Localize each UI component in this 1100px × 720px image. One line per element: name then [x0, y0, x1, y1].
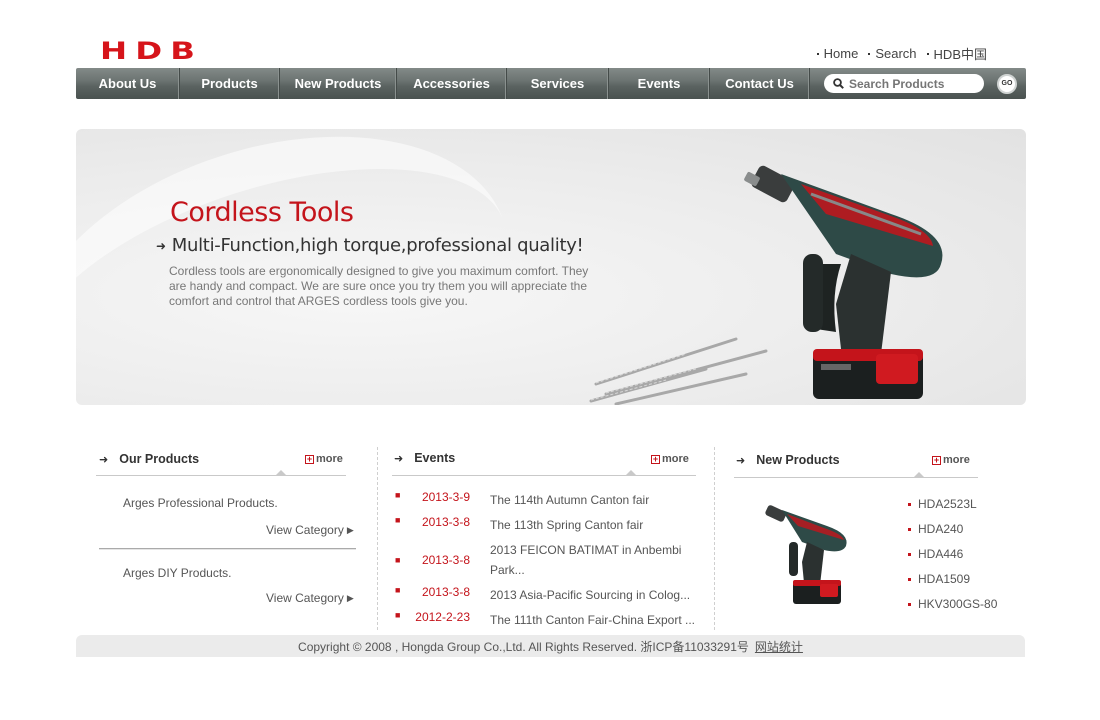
new-product-link[interactable]: HDA240 [908, 522, 963, 536]
bullet-icon: ■ [395, 585, 401, 595]
section-notch [276, 470, 286, 475]
more-label: more [943, 454, 970, 466]
hero-banner: Cordless Tools ➜ Multi-Function,high tor… [76, 129, 1026, 405]
search-box [824, 74, 984, 93]
new-product-drill-image[interactable] [762, 500, 852, 608]
plus-icon: + [651, 453, 660, 464]
view-category-label: View Category [266, 591, 344, 605]
search-icon [833, 78, 844, 89]
our-products-title: Our Products [119, 452, 200, 466]
our-products-more[interactable]: + more [305, 453, 343, 465]
more-label: more [662, 453, 689, 465]
top-links: Home Search HDB中国 [817, 44, 987, 63]
nav-accessories[interactable]: Accessories [397, 68, 507, 99]
play-arrow-icon: ▶ [346, 524, 354, 535]
footer: Copyright © 2008 , Hongda Group Co.,Ltd.… [76, 635, 1025, 657]
event-title[interactable]: The 114th Autumn Canton fair [490, 490, 700, 510]
new-products-title: New Products [756, 453, 840, 467]
nav-services[interactable]: Services [507, 68, 609, 99]
section-line [734, 477, 978, 478]
home-link[interactable]: Home [817, 44, 859, 63]
product-category-name: Arges DIY Products. [123, 566, 232, 580]
product-category-name: Arges Professional Products. [123, 496, 278, 510]
nav-contact-us[interactable]: Contact Us [710, 68, 810, 99]
arrow-right-icon: ➜ [156, 238, 166, 253]
event-date: 2013-3-8 [421, 515, 470, 529]
section-line [392, 475, 696, 476]
section-notch [626, 470, 636, 475]
plus-icon: + [305, 453, 314, 464]
nav-new-products[interactable]: New Products [280, 68, 397, 99]
bullet-icon: ■ [395, 515, 401, 525]
hdb-logo[interactable]: HDB [100, 39, 203, 63]
event-row[interactable]: ■ 2013-3-8 2013 FEICON BATIMAT in Anbemb… [395, 540, 705, 580]
new-products-heading: ➜ New Products [736, 453, 840, 467]
new-product-link[interactable]: HKV300GS-80 [908, 597, 997, 611]
column-divider [377, 447, 378, 630]
go-button[interactable]: GO [997, 73, 1017, 94]
banner-description: Cordless tools are ergonomically designe… [169, 264, 589, 308]
site-stats-link[interactable]: 网站统计 [755, 638, 803, 655]
event-date: 2012-2-23 [415, 610, 470, 624]
copyright-text: Copyright © 2008 , Hongda Group Co.,Ltd.… [298, 639, 749, 654]
banner-title: Cordless Tools [170, 197, 354, 228]
view-category-link[interactable]: View Category ▶ [266, 523, 354, 537]
cordless-drill-image [744, 165, 943, 399]
nav-search: GO [810, 68, 1026, 99]
event-row[interactable]: ■ 2013-3-8 The 113th Spring Canton fair [395, 515, 705, 535]
event-date: 2013-3-8 [421, 553, 470, 567]
bullet-icon: ■ [395, 610, 401, 620]
bullet-icon: ■ [395, 555, 401, 565]
new-product-link[interactable]: HDA2523L [908, 497, 977, 511]
arrow-right-icon: ➜ [736, 454, 746, 467]
hdb-china-link[interactable]: HDB中国 [927, 44, 987, 63]
new-products-more[interactable]: + more [932, 454, 970, 466]
event-title[interactable]: The 113th Spring Canton fair [490, 515, 700, 535]
search-link[interactable]: Search [868, 44, 916, 63]
plus-icon: + [932, 454, 941, 465]
search-input[interactable] [849, 76, 974, 91]
new-product-link[interactable]: HDA1509 [908, 572, 970, 586]
more-label: more [316, 453, 343, 465]
event-title[interactable]: 2013 Asia-Pacific Sourcing in Colog... [490, 585, 700, 605]
event-row[interactable]: ■ 2013-3-9 The 114th Autumn Canton fair [395, 490, 705, 510]
event-title[interactable]: 2013 FEICON BATIMAT in Anbembi Park... [490, 540, 700, 580]
section-line [96, 475, 346, 476]
events-heading: ➜ Events [394, 451, 455, 465]
event-date: 2013-3-8 [421, 585, 470, 599]
arrow-right-icon: ➜ [394, 452, 404, 465]
events-more[interactable]: + more [651, 453, 689, 465]
products-separator [99, 548, 356, 550]
nav-products[interactable]: Products [180, 68, 280, 99]
event-title[interactable]: The 111th Canton Fair-China Export ... [490, 610, 700, 630]
banner-subtitle: ➜ Multi-Function,high torque,professiona… [156, 235, 584, 256]
column-divider [714, 447, 715, 630]
nav-events[interactable]: Events [609, 68, 710, 99]
view-category-link[interactable]: View Category ▶ [266, 591, 354, 605]
events-title: Events [414, 451, 456, 465]
our-products-heading: ➜ Our Products [99, 452, 199, 466]
main-nav: About Us Products New Products Accessori… [76, 68, 1026, 99]
event-row[interactable]: ■ 2013-3-8 2013 Asia-Pacific Sourcing in… [395, 585, 705, 605]
bullet-icon: ■ [395, 490, 401, 500]
event-date: 2013-3-9 [421, 490, 470, 504]
banner-subtitle-text: Multi-Function,high torque,professional … [171, 235, 584, 256]
play-arrow-icon: ▶ [346, 592, 354, 603]
nav-about-us[interactable]: About Us [76, 68, 180, 99]
event-row[interactable]: ■ 2012-2-23 The 111th Canton Fair-China … [395, 610, 705, 630]
view-category-label: View Category [266, 523, 344, 537]
new-product-link[interactable]: HDA446 [908, 547, 963, 561]
arrow-right-icon: ➜ [99, 453, 109, 466]
section-notch [914, 472, 924, 477]
